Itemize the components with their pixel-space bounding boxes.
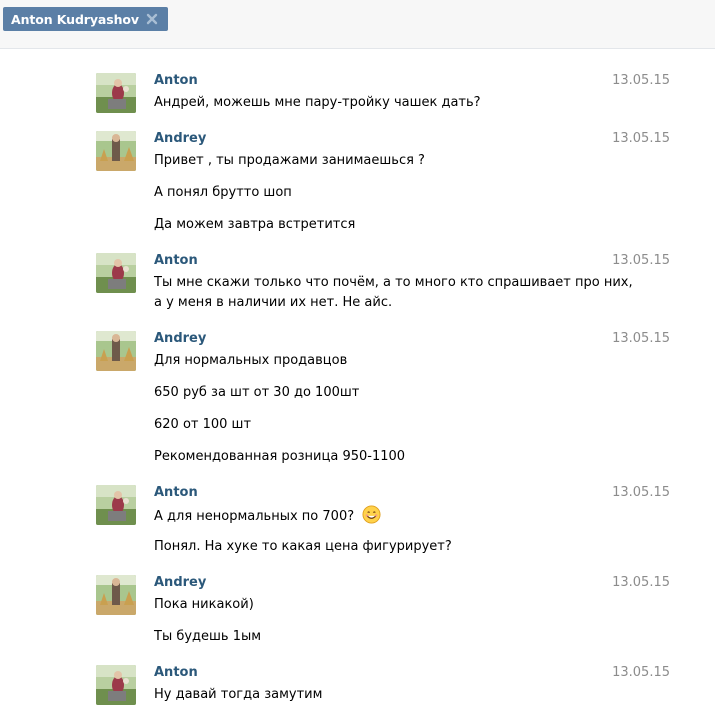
smile-emoji-icon (362, 505, 381, 524)
message-author[interactable]: Anton (154, 73, 198, 89)
message-text: Для нормальных продавцов (154, 353, 348, 368)
message-author[interactable]: Anton (154, 665, 198, 681)
close-icon[interactable] (146, 13, 158, 25)
message-text: Ты будешь 1ым (154, 629, 262, 644)
message-text: а у меня в наличии их нет. Не айс. (154, 295, 393, 310)
message-date: 13.05.15 (612, 331, 670, 346)
message-text: Андрей, можешь мне пару-тройку чашек дат… (154, 95, 481, 110)
message-author[interactable]: Anton (154, 253, 198, 269)
message-text: 650 руб за шт от 30 до 100шт (154, 385, 360, 400)
message-text: Да можем завтра встретится (154, 217, 356, 232)
avatar[interactable] (96, 73, 136, 113)
avatar[interactable] (96, 485, 136, 525)
avatar[interactable] (96, 253, 136, 293)
message-text: Рекомендованная розница 950-1100 (154, 449, 406, 464)
message-text: Ну давай тогда замутим (154, 687, 323, 702)
message-author[interactable]: Andrey (154, 331, 206, 347)
message-date: 13.05.15 (612, 575, 670, 590)
message-date: 13.05.15 (612, 485, 670, 500)
avatar[interactable] (96, 575, 136, 615)
message-text: А понял брутто шоп (154, 185, 292, 200)
message-author[interactable]: Andrey (154, 131, 206, 147)
message-author[interactable]: Andrey (154, 575, 206, 591)
tab-name: Anton Kudryashov (11, 11, 139, 27)
message-text: 620 от 100 шт (154, 417, 252, 432)
avatar[interactable] (96, 131, 136, 171)
message-text: Привет , ты продажами занимаешься ? (154, 153, 425, 168)
conversation-tab[interactable]: Anton Kudryashov (3, 7, 168, 31)
message-date: 13.05.15 (612, 253, 670, 268)
avatar[interactable] (96, 331, 136, 371)
message-text: А для ненормальных по 700? (154, 509, 355, 524)
message-text-row: А для ненормальных по 700? (154, 505, 624, 526)
avatar[interactable] (96, 665, 136, 705)
top-bar: Anton Kudryashov (0, 0, 715, 49)
message-text: Понял. На хуке то какая цена фигурирует? (154, 539, 452, 554)
message-date: 13.05.15 (612, 73, 670, 88)
message-author[interactable]: Anton (154, 485, 198, 501)
message-text: Ты мне скажи только что почём, а то мног… (154, 275, 633, 290)
message-text: Пока никакой) (154, 597, 254, 612)
message-date: 13.05.15 (612, 665, 670, 680)
message-date: 13.05.15 (612, 131, 670, 146)
